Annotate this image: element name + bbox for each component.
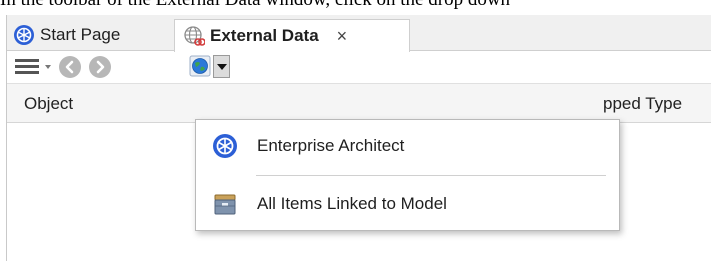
tab-label: Start Page	[40, 25, 121, 44]
hamburger-menu-icon[interactable]	[15, 59, 41, 75]
toolbar	[7, 52, 711, 82]
enterprise-architect-icon	[14, 25, 34, 45]
instruction-caption: In the toolbar of the External Data wind…	[0, 0, 711, 12]
external-source-menu: Enterprise Architect All Items Linked to…	[195, 119, 620, 231]
tab-external-data[interactable]: External Data ×	[174, 19, 410, 52]
menu-item-label: All Items Linked to Model	[257, 194, 447, 213]
menu-item-all-items-linked[interactable]: All Items Linked to Model	[196, 182, 619, 226]
chevron-down-icon[interactable]	[45, 65, 51, 69]
linked-globe-icon	[184, 26, 205, 46]
forward-arrow-icon[interactable]	[89, 56, 111, 78]
column-header: Object pped Type	[7, 83, 711, 123]
tab-bar: Start Page External Data ×	[7, 15, 711, 52]
menu-item-enterprise-architect[interactable]: Enterprise Architect	[196, 124, 619, 168]
menu-separator	[256, 175, 606, 176]
tab-start-page[interactable]: Start Page	[9, 19, 126, 51]
tab-label: External Data	[210, 26, 319, 45]
enterprise-architect-icon	[213, 134, 237, 158]
back-arrow-icon[interactable]	[59, 56, 81, 78]
dropdown-arrow-icon[interactable]	[213, 55, 230, 78]
globe-icon[interactable]	[189, 55, 211, 77]
menu-item-label: Enterprise Architect	[257, 136, 405, 155]
close-icon[interactable]: ×	[337, 27, 348, 45]
linked-items-box-icon	[214, 194, 236, 215]
column-object[interactable]: Object	[24, 94, 73, 114]
external-data-window: Start Page External Data × Object pped T…	[6, 15, 711, 261]
page: In the toolbar of the External Data wind…	[0, 0, 711, 261]
column-mapped-type[interactable]: pped Type	[603, 94, 682, 114]
